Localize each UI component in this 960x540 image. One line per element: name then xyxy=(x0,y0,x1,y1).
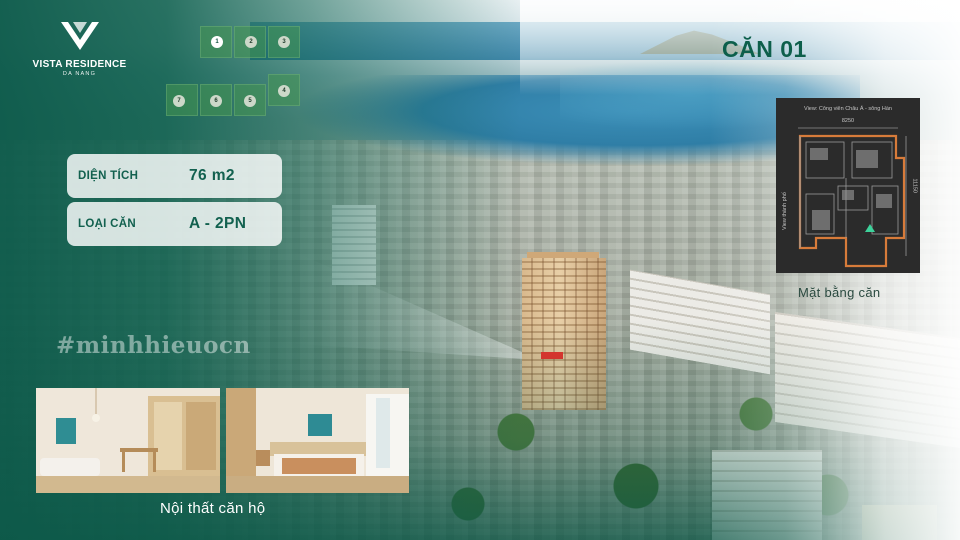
block-2-marker[interactable]: 2 xyxy=(245,36,257,48)
bedroom-illustration xyxy=(226,388,409,493)
living-room-photo[interactable] xyxy=(36,388,220,493)
plan-height-dimension: 11150 xyxy=(911,178,917,193)
spec-label: LOẠI CĂN xyxy=(78,218,136,230)
block-3-marker[interactable]: 3 xyxy=(278,36,290,48)
v-logo-icon xyxy=(60,22,99,50)
floor-plan-drawing xyxy=(798,127,907,268)
block-1-marker[interactable]: 1 xyxy=(211,36,223,48)
block-7-marker[interactable]: 7 xyxy=(173,95,185,107)
floor-plan[interactable]: View: Công viên Châu Á - sông Hàn 8250 1… xyxy=(776,98,920,273)
block-5-marker[interactable]: 5 xyxy=(244,95,256,107)
living-room-illustration xyxy=(36,388,220,493)
block-4-marker[interactable]: 4 xyxy=(278,85,290,97)
spec-label: DIỆN TÍCH xyxy=(78,170,139,182)
interior-caption: Nội thất căn hộ xyxy=(160,500,266,517)
block-6-marker[interactable]: 6 xyxy=(210,95,222,107)
hashtag-watermark: #minhhieuocn xyxy=(56,332,251,359)
brand-name: VISTA RESIDENCE xyxy=(32,59,127,70)
floor-plan-caption: Mặt bằng căn xyxy=(798,285,881,300)
bedroom-photo[interactable] xyxy=(226,388,409,493)
brand-city: DA NANG xyxy=(62,71,97,77)
spec-value: A - 2PN xyxy=(189,215,247,232)
spec-value: 76 m2 xyxy=(189,167,235,184)
block-map: 1 2 3 4 5 6 7 xyxy=(160,24,310,119)
spec-card-area: DIỆN TÍCH 76 m2 xyxy=(67,154,282,198)
spec-card-type: LOẠI CĂN A - 2PN xyxy=(67,202,282,246)
unit-title: CĂN 01 xyxy=(722,36,807,62)
brand-logo: VISTA RESIDENCE DA NANG xyxy=(22,20,137,77)
plan-side-label: View thành phố xyxy=(782,192,788,230)
